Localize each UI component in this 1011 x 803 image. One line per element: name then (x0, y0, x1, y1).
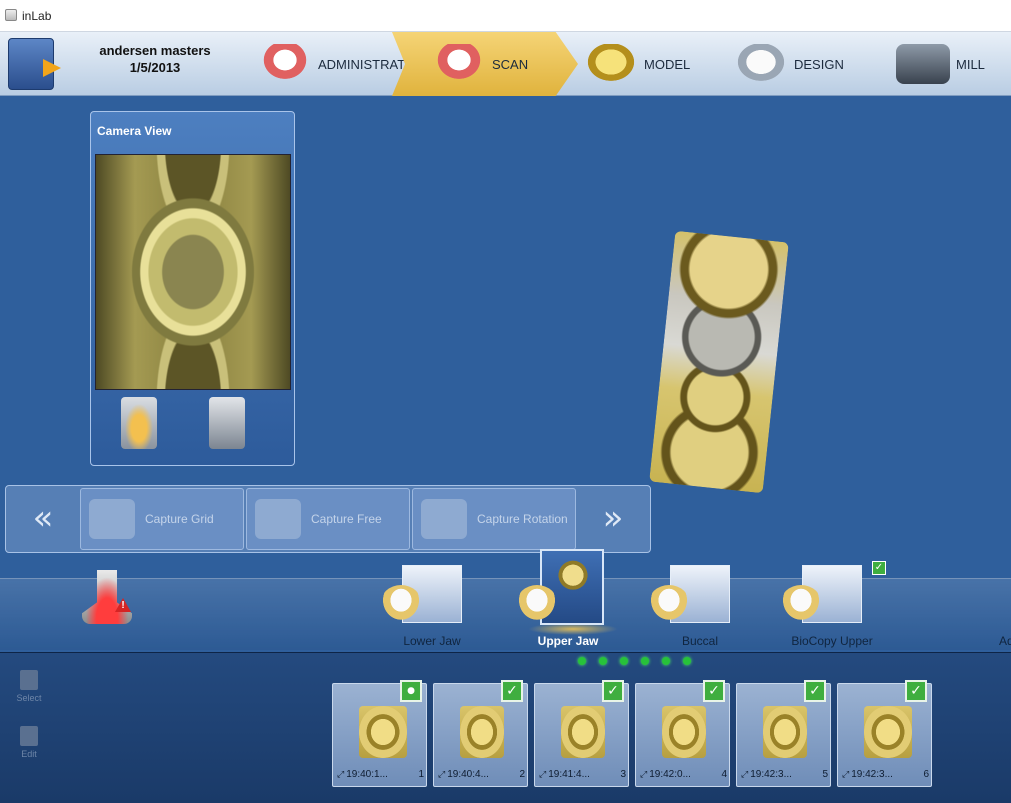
catalog-item-lower-jaw[interactable]: Lower Jaw (372, 565, 492, 655)
check-icon: ✓ (602, 680, 624, 702)
expand-icon[interactable]: ⤢ (842, 770, 849, 780)
dental-arch-icon (258, 44, 312, 84)
capture-grid-icon (89, 499, 135, 539)
scan-image (561, 706, 605, 758)
quadrant-view-icon[interactable] (209, 397, 245, 449)
scan-image (460, 706, 504, 758)
scan-3d-model[interactable] (649, 230, 789, 494)
case-name: andersen masters (99, 43, 211, 58)
page-dot[interactable] (683, 657, 691, 665)
window-title: inLab (22, 9, 52, 23)
capture-rotation-button[interactable]: Capture Rotation (412, 488, 576, 550)
capture-rotation-icon (421, 499, 467, 539)
camera-live-image (95, 154, 291, 390)
check-icon: ✓ (905, 680, 927, 702)
capture-free-icon (255, 499, 301, 539)
case-database-icon[interactable] (8, 38, 54, 90)
next-arrow-icon[interactable]: » (578, 488, 648, 550)
silver-crown-icon (734, 44, 788, 84)
edit-icon (20, 726, 38, 746)
case-info: andersen masters 1/5/2013 (70, 42, 240, 76)
page-dot[interactable] (641, 657, 649, 665)
expand-icon[interactable]: ⤢ (741, 770, 748, 780)
scan-image (864, 706, 912, 758)
scan-image (662, 706, 706, 758)
expand-icon[interactable]: ⤢ (539, 770, 546, 780)
scan-thumbnail-5[interactable]: ✓ ⤢ 19:42:3... 5 (736, 680, 831, 787)
workflow-step-scan[interactable]: SCAN (392, 32, 578, 96)
check-icon: ✓ (804, 680, 826, 702)
page-dot[interactable] (578, 657, 586, 665)
scan-thumbnail-6[interactable]: ✓ ⤢ 19:42:3... 6 (837, 680, 932, 787)
workflow-header: andersen masters 1/5/2013 ADMINISTRATION… (0, 32, 1011, 96)
camera-view-panel: Camera View (90, 111, 295, 466)
scan-thumbnail-4[interactable]: ✓ ⤢ 19:42:0... 4 (635, 680, 730, 787)
workflow-step-design[interactable]: DESIGN (734, 32, 844, 96)
scanner-jaw-icon (432, 44, 486, 84)
previous-arrow-icon[interactable]: « (8, 488, 78, 550)
edit-tool-button[interactable]: Edit (14, 726, 44, 759)
scan-image (763, 706, 807, 758)
capture-free-button[interactable]: Capture Free (246, 488, 410, 550)
expand-icon[interactable]: ⤢ (438, 770, 445, 780)
catalog-item-truncated[interactable]: Ad (999, 634, 1011, 648)
workflow-step-mill[interactable]: MILL (896, 32, 985, 96)
catalog-item-buccal[interactable]: Buccal (640, 565, 760, 655)
gold-model-icon (584, 44, 638, 84)
biocopy-jaw-icon (780, 585, 822, 623)
title-bar: inLab (0, 0, 1011, 32)
page-indicator (578, 657, 691, 665)
select-tool-button[interactable]: Select (14, 670, 44, 703)
milling-unit-icon (896, 44, 950, 84)
page-dot[interactable] (662, 657, 670, 665)
check-icon: ✓ (703, 680, 725, 702)
select-icon (20, 670, 38, 690)
scan-thumbnail-1[interactable]: ● ⤢ 19:40:1... 1 (332, 680, 427, 787)
expand-icon[interactable]: ⤢ (640, 770, 647, 780)
check-icon: ✓ (501, 680, 523, 702)
upper-jaw-icon (516, 585, 558, 623)
scan-thumbnail-2[interactable]: ✓ ⤢ 19:40:4... 2 (433, 680, 528, 787)
app-icon (5, 9, 17, 21)
workflow-step-model[interactable]: MODEL (584, 32, 690, 96)
selected-icon: ● (400, 680, 422, 702)
capture-grid-button[interactable]: Capture Grid (80, 488, 244, 550)
lower-jaw-icon (380, 585, 422, 623)
page-dot[interactable] (599, 657, 607, 665)
expand-icon[interactable]: ⤢ (337, 770, 344, 780)
scan-image (359, 706, 407, 758)
buccal-model-icon (648, 585, 690, 623)
check-icon: ✓ (872, 561, 886, 575)
catalog-item-upper-jaw[interactable]: Upper Jaw (508, 549, 628, 655)
capture-mode-toolbar: « Capture Grid Capture Free Capture Rota… (5, 485, 651, 553)
page-dot[interactable] (620, 657, 628, 665)
case-date: 1/5/2013 (129, 60, 181, 75)
single-tooth-view-icon[interactable] (121, 397, 157, 449)
camera-view-title: Camera View (97, 124, 172, 138)
catalog-item-biocopy-upper[interactable]: ✓ BioCopy Upper (772, 561, 892, 655)
scan-thumbnail-3[interactable]: ✓ ⤢ 19:41:4... 3 (534, 680, 629, 787)
